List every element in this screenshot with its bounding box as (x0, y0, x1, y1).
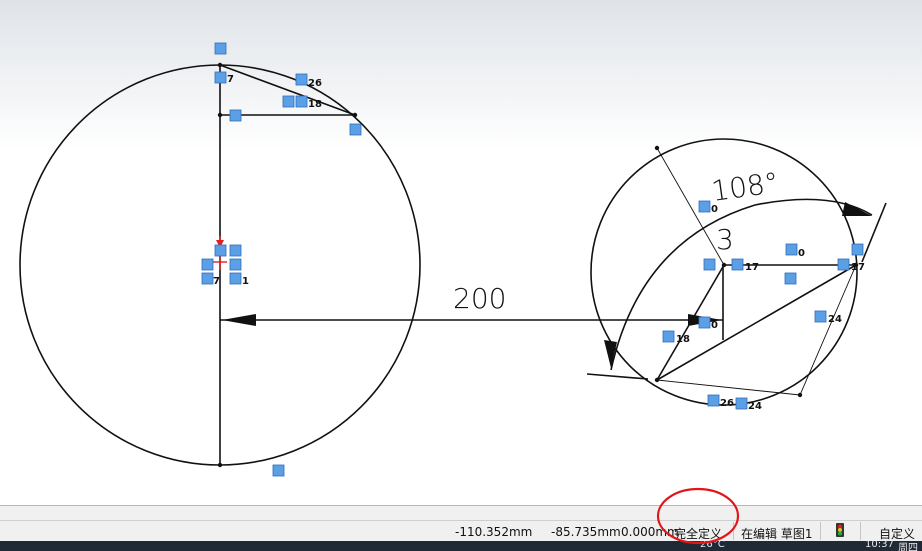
dimension-3-text[interactable]: 3 (716, 223, 734, 256)
left-diagonal-line[interactable] (219, 64, 356, 116)
coordinate-x: -110.352mm (455, 525, 533, 539)
construction-line-3[interactable] (656, 379, 801, 396)
relation-num: 17 (745, 262, 759, 273)
clock-weekday: 周四 (898, 543, 918, 551)
relation-num: 7 (227, 74, 234, 85)
coordinate-z: 0.000mm (621, 525, 679, 539)
relation-num: 1 (242, 276, 249, 287)
status-bar: -110.352mm -85.735mm 0.000mm 完全定义 在编辑 草图… (0, 505, 922, 542)
taskbar: 26°C 10:37 周四 (0, 541, 922, 551)
right-long-diagonal[interactable] (656, 264, 857, 381)
editing-sketch-label: 在编辑 草图1 (741, 527, 813, 541)
dimension-200[interactable]: 200 (220, 265, 724, 340)
relation-num: 24 (828, 314, 842, 325)
relation-num: 0 (798, 248, 805, 259)
dimension-108[interactable]: 108° (586, 166, 887, 380)
relation-num: 0 (711, 320, 718, 331)
relation-num: 24 (748, 401, 762, 412)
relation-num: 26 (720, 398, 734, 409)
relation-num: 18 (676, 334, 690, 345)
dimension-200-text[interactable]: 200 (453, 282, 506, 315)
relation-num: 0 (711, 204, 718, 215)
definition-state[interactable]: 完全定义 (674, 525, 722, 542)
sketch-canvas[interactable]: 200 108° 3 7 26 18 7 1 0 0 17 17 0 24 18… (0, 0, 922, 505)
sketch-geometry[interactable]: 200 108° 3 7 26 18 7 1 0 0 17 17 0 24 18… (0, 0, 922, 505)
custom-units-label[interactable]: 自定义 (879, 525, 915, 542)
relation-num: 18 (308, 99, 322, 110)
rebuild-indicator-icon[interactable] (835, 523, 845, 540)
relation-num: 7 (213, 276, 220, 287)
clock-time: 10:37 (865, 541, 894, 550)
relation-icons-right[interactable] (662, 200, 864, 410)
relation-num: 17 (851, 262, 865, 273)
weather-temperature: 26°C (700, 541, 725, 550)
coordinate-y: -85.735mm (551, 525, 621, 539)
construction-line-2[interactable] (799, 264, 857, 396)
relation-num: 26 (308, 78, 322, 89)
